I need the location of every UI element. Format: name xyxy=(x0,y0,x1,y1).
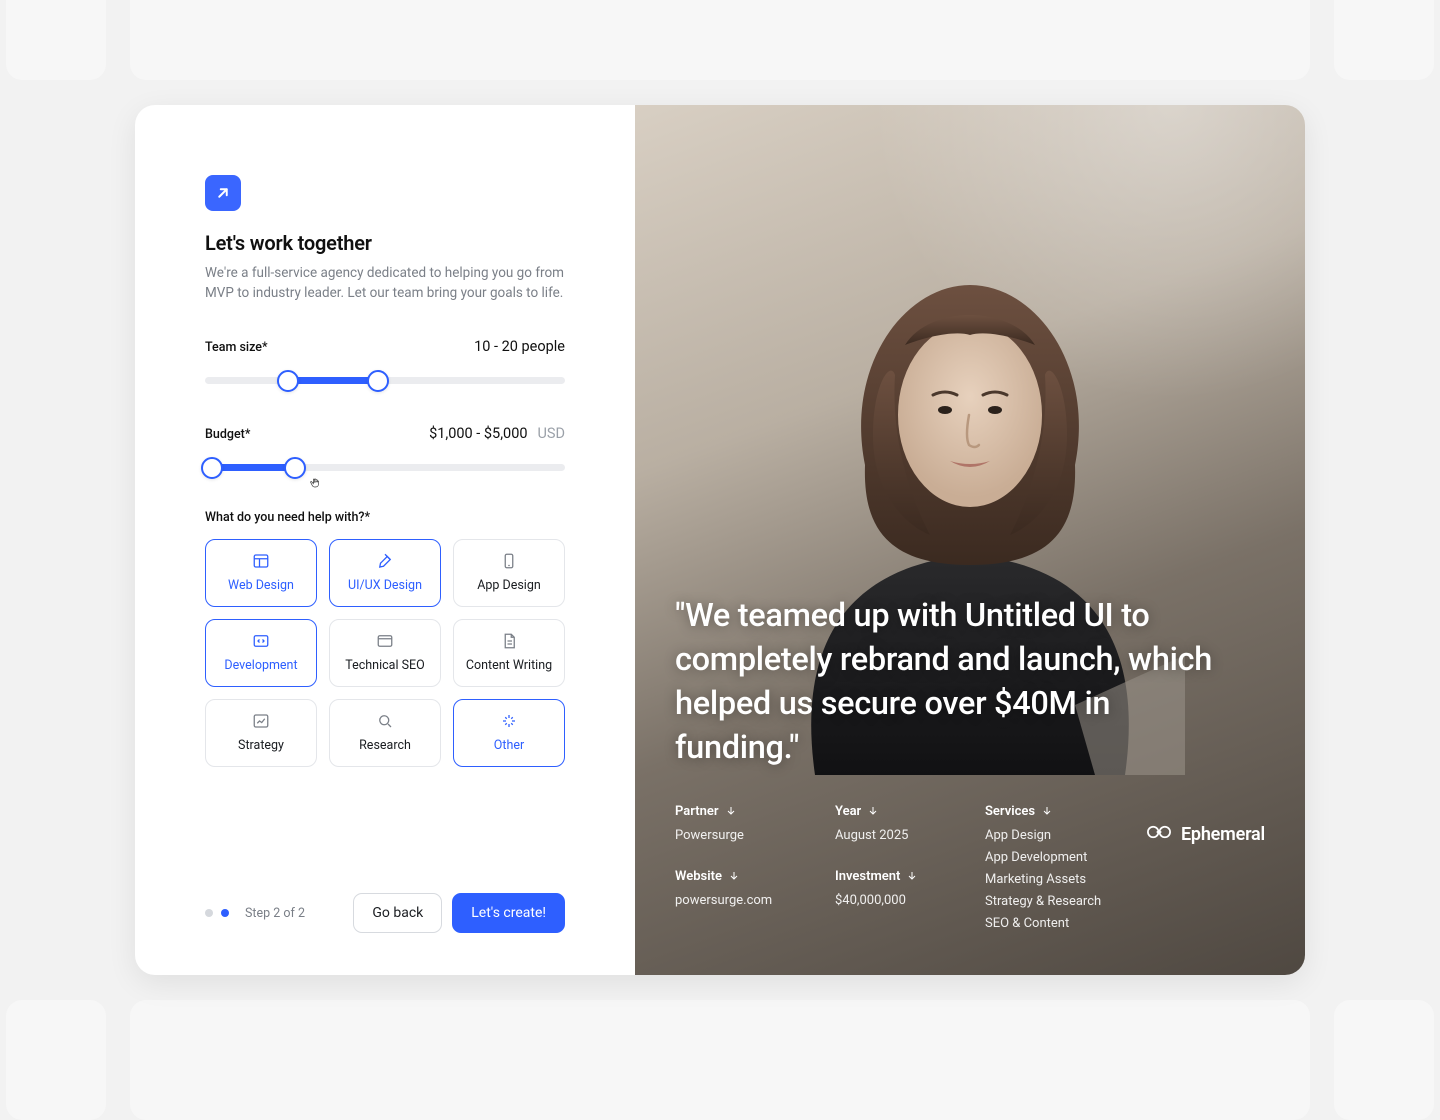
testimonial-quote: "We teamed up with Untitled UI to comple… xyxy=(675,594,1235,770)
form-title: Let's work together xyxy=(205,231,565,255)
code-icon xyxy=(252,632,270,650)
meta-services-list: App DesignApp DevelopmentMarketing Asset… xyxy=(985,825,1145,935)
brand-name: Ephemeral xyxy=(1181,824,1265,845)
help-tile-label: Other xyxy=(494,738,524,753)
progress-dots xyxy=(205,909,229,917)
budget-label: Budget* xyxy=(205,427,250,442)
meta-services-key: Services xyxy=(985,804,1145,819)
search-icon xyxy=(376,712,394,730)
arrow-down-icon xyxy=(725,805,737,817)
budget-value: $1,000 - $5,000 xyxy=(429,425,527,442)
help-tile-other[interactable]: Other xyxy=(453,699,565,767)
help-tile-label: UI/UX Design xyxy=(348,578,422,593)
meta-year-val: August 2025 xyxy=(835,825,955,847)
budget-handle-min[interactable] xyxy=(201,457,223,479)
testimonial-panel: "We teamed up with Untitled UI to comple… xyxy=(635,105,1305,975)
arrow-down-icon xyxy=(906,870,918,882)
create-button[interactable]: Let's create! xyxy=(452,893,565,933)
help-tile-development[interactable]: Development xyxy=(205,619,317,687)
team-size-slider[interactable] xyxy=(205,371,565,391)
meta-investment-val: $40,000,000 xyxy=(835,890,955,912)
app-logo xyxy=(205,175,241,211)
form-panel: Let's work together We're a full-service… xyxy=(135,105,635,975)
step-label: Step 2 of 2 xyxy=(245,906,305,921)
arrow-down-icon xyxy=(728,870,740,882)
form-subtitle: We're a full-service agency dedicated to… xyxy=(205,263,565,304)
onboarding-card: Let's work together We're a full-service… xyxy=(135,105,1305,975)
doc-icon xyxy=(500,632,518,650)
form-footer: Step 2 of 2 Go back Let's create! xyxy=(205,893,565,933)
pen-icon xyxy=(376,552,394,570)
help-tile-label: Strategy xyxy=(238,738,284,753)
help-tile-label: Research xyxy=(359,738,411,753)
brand-lockup: Ephemeral xyxy=(1145,818,1265,850)
arrow-down-icon xyxy=(867,805,879,817)
help-label: What do you need help with?* xyxy=(205,510,565,525)
team-size-value: 10 - 20 people xyxy=(474,338,565,355)
help-tile-content-writing[interactable]: Content Writing xyxy=(453,619,565,687)
meta-year-key: Year xyxy=(835,804,955,819)
team-size-handle-max[interactable] xyxy=(367,370,389,392)
grab-cursor-icon xyxy=(308,475,324,491)
chart-icon xyxy=(252,712,270,730)
budget-handle-max[interactable] xyxy=(284,457,306,479)
layout-icon xyxy=(252,552,270,570)
team-size-field: Team size* 10 - 20 people xyxy=(205,338,565,391)
help-field: What do you need help with?* Web Design U… xyxy=(205,510,565,767)
help-tile-strategy[interactable]: Strategy xyxy=(205,699,317,767)
budget-slider[interactable] xyxy=(205,458,565,478)
go-back-button[interactable]: Go back xyxy=(353,893,442,933)
help-tile-technical-seo[interactable]: Technical SEO xyxy=(329,619,441,687)
meta-partner-key: Partner xyxy=(675,804,805,819)
budget-field: Budget* $1,000 - $5,000 USD xyxy=(205,423,565,478)
help-tile-ui-ux-design[interactable]: UI/UX Design xyxy=(329,539,441,607)
help-tile-label: Technical SEO xyxy=(345,658,424,673)
meta-website-val: powersurge.com xyxy=(675,890,805,912)
meta-website-key: Website xyxy=(675,869,805,884)
team-size-label: Team size* xyxy=(205,340,268,355)
budget-unit: USD xyxy=(537,425,565,442)
help-tile-label: Content Writing xyxy=(466,658,552,673)
help-tile-app-design[interactable]: App Design xyxy=(453,539,565,607)
phone-icon xyxy=(500,552,518,570)
help-tile-label: Web Design xyxy=(228,578,294,593)
sparkle-icon xyxy=(500,712,518,730)
help-tile-grid: Web Design UI/UX Design App Design Developm… xyxy=(205,539,565,767)
browser-icon xyxy=(376,632,394,650)
help-tile-web-design[interactable]: Web Design xyxy=(205,539,317,607)
brand-link-icon xyxy=(1145,818,1173,850)
meta-investment-key: Investment xyxy=(835,869,955,884)
help-tile-label: App Design xyxy=(477,578,541,593)
team-size-handle-min[interactable] xyxy=(277,370,299,392)
help-tile-research[interactable]: Research xyxy=(329,699,441,767)
meta-partner-val: Powersurge xyxy=(675,825,805,847)
arrow-down-icon xyxy=(1041,805,1053,817)
help-tile-label: Development xyxy=(224,658,297,673)
